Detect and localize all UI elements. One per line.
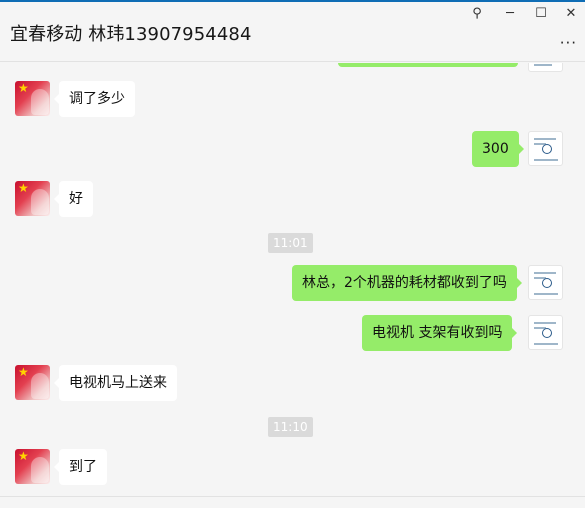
star-icon: ★ <box>18 81 29 95</box>
message-bubble-outgoing[interactable]: 电视机 支架有收到吗 <box>362 315 518 351</box>
previous-message-bubble <box>338 63 518 67</box>
timestamp: 11:01 <box>268 233 313 253</box>
self-avatar[interactable] <box>528 315 563 350</box>
input-area-divider <box>0 496 585 497</box>
close-icon[interactable]: ✕ <box>562 5 580 23</box>
star-icon: ★ <box>18 181 29 195</box>
self-avatar[interactable] <box>528 63 563 72</box>
contact-avatar[interactable]: ★ <box>15 81 50 116</box>
star-icon: ★ <box>18 365 29 379</box>
chat-title: 宜春移动 林玮13907954484 <box>10 24 252 45</box>
message-list[interactable]: ★ 调了多少 300 ★ 好 11:01 林总，2个机器的耗材都收到了吗 电视机… <box>0 63 585 496</box>
chat-header: 宜春移动 林玮13907954484 ⚲ ─ ☐ ✕ ··· <box>0 0 585 62</box>
minimize-icon[interactable]: ─ <box>501 5 519 23</box>
self-avatar[interactable] <box>528 265 563 300</box>
maximize-icon[interactable]: ☐ <box>532 5 550 23</box>
message-bubble-incoming[interactable]: 电视机马上送来 <box>54 365 177 401</box>
contact-avatar[interactable]: ★ <box>15 449 50 484</box>
message-bubble-incoming[interactable]: 调了多少 <box>54 81 135 117</box>
self-avatar[interactable] <box>528 131 563 166</box>
pin-icon[interactable]: ⚲ <box>468 5 486 23</box>
timestamp: 11:10 <box>268 417 313 437</box>
message-bubble-outgoing[interactable]: 林总，2个机器的耗材都收到了吗 <box>292 265 522 301</box>
more-options-icon[interactable]: ··· <box>560 34 577 52</box>
message-bubble-outgoing[interactable]: 300 <box>472 131 524 167</box>
message-bubble-incoming[interactable]: 到了 <box>54 449 107 485</box>
message-bubble-incoming[interactable]: 好 <box>54 181 93 217</box>
contact-avatar[interactable]: ★ <box>15 365 50 400</box>
contact-avatar[interactable]: ★ <box>15 181 50 216</box>
star-icon: ★ <box>18 449 29 463</box>
